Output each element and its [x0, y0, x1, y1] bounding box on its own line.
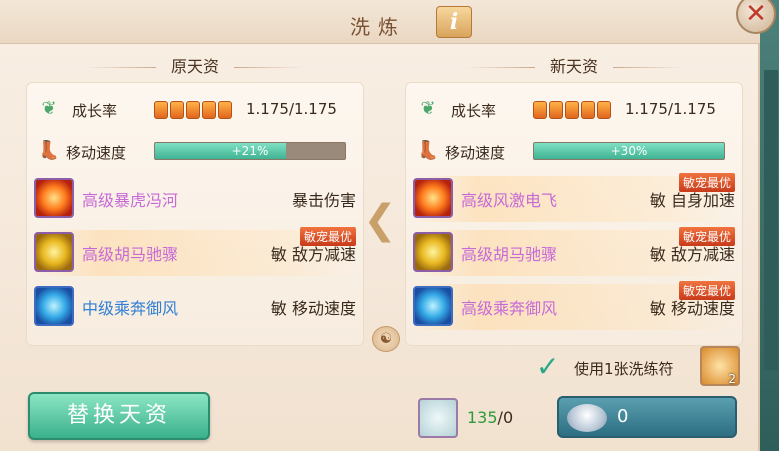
leaf-icon: ❦: [420, 98, 436, 119]
material-item-icon[interactable]: [418, 398, 458, 438]
speed-bar-text: +30%: [610, 144, 648, 158]
growth-label: 成长率: [451, 102, 497, 120]
skill-icon: [34, 286, 74, 326]
original-talent-header: 原天资: [26, 52, 364, 82]
skill-slot[interactable]: 高级乘奔御风 敏 移动速度 敏宠最优: [413, 281, 735, 330]
skill-icon: [34, 178, 74, 218]
growth-pip: [218, 101, 232, 119]
new-talent-column: 新天资 ❦ 成长率 1.175/1.175 👢 移动速度 +30% 高级风激电飞…: [405, 52, 755, 346]
material-have: 135: [467, 408, 498, 427]
window-title: 洗炼: [350, 15, 406, 39]
speed-row: 👢 移动速度 +30%: [415, 136, 735, 166]
swirl-icon: ☯: [372, 326, 400, 352]
skill-slot[interactable]: 高级胡马驰骤 敏 敌方减速 敏宠最优: [34, 227, 356, 276]
growth-pip: [565, 101, 579, 119]
speed-bar: +30%: [533, 142, 725, 160]
growth-value: 1.175/1.175: [625, 100, 716, 118]
info-icon[interactable]: i: [436, 6, 472, 38]
replace-talent-button[interactable]: 替换天资: [28, 392, 210, 440]
skill-icon: [34, 232, 74, 272]
silver-ingot-icon: [567, 404, 607, 432]
material-count: 135/0: [467, 408, 513, 427]
skill-icon: [413, 178, 453, 218]
growth-pip: [581, 101, 595, 119]
skill-effect: 暴击伤害: [291, 191, 356, 210]
refine-token-item[interactable]: 2: [700, 346, 740, 386]
refine-token-count: 2: [728, 372, 736, 386]
growth-pip: [202, 101, 216, 119]
skill-name: 高级风激电飞: [461, 191, 558, 210]
growth-pip: [186, 101, 200, 119]
skill-slot[interactable]: 中级乘奔御风 敏 移动速度: [34, 284, 356, 330]
speed-row: 👢 移动速度 +21%: [36, 136, 356, 166]
boot-icon: 👢: [416, 140, 440, 161]
skill-icon: [413, 232, 453, 272]
silver-cost-bar: 0: [557, 396, 737, 438]
growth-pip: [533, 101, 547, 119]
best-badge: 敏宠最优: [299, 227, 356, 246]
boot-icon: 👢: [37, 140, 61, 161]
refine-panel: 洗炼 i 原天资 ❦ 成长率 1.175/1.175 👢 移动速度 +21% 高…: [0, 0, 760, 451]
growth-pip: [597, 101, 611, 119]
skill-name: 高级胡马驰骤: [82, 245, 179, 264]
speed-label: 移动速度: [445, 144, 506, 162]
new-talent-header: 新天资: [405, 52, 743, 82]
growth-row: ❦ 成长率 1.175/1.175: [36, 94, 356, 124]
skill-effect: 敏 移动速度: [270, 299, 356, 318]
original-talent-column: 原天资 ❦ 成长率 1.175/1.175 👢 移动速度 +21% 高级暴虎冯河…: [26, 52, 376, 346]
growth-pip: [549, 101, 563, 119]
speed-bar: +21%: [154, 142, 346, 160]
growth-pip: [170, 101, 184, 119]
growth-row: ❦ 成长率 1.175/1.175: [415, 94, 735, 124]
skill-icon: [413, 286, 453, 326]
growth-pip: [154, 101, 168, 119]
use-refine-token-label: 使用1张洗练符: [574, 360, 674, 378]
skill-name: 中级乘奔御风: [82, 299, 179, 318]
checkmark-icon[interactable]: ✓: [536, 353, 566, 381]
side-decoration: [764, 70, 778, 370]
best-badge: 敏宠最优: [678, 227, 735, 246]
leaf-icon: ❦: [41, 98, 57, 119]
growth-value: 1.175/1.175: [246, 100, 337, 118]
speed-bar-text: +21%: [231, 144, 269, 158]
original-talent-card: ❦ 成长率 1.175/1.175 👢 移动速度 +21% 高级暴虎冯河 暴击伤…: [26, 82, 364, 346]
skill-name: 高级暴虎冯河: [82, 191, 179, 210]
compare-arrow-icon: ❮: [363, 197, 397, 243]
new-talent-card: ❦ 成长率 1.175/1.175 👢 移动速度 +30% 高级风激电飞 敏 自…: [405, 82, 743, 346]
skill-slot[interactable]: 高级胡马驰骤 敏 敌方减速 敏宠最优: [413, 227, 735, 276]
speed-label: 移动速度: [66, 144, 127, 162]
skill-slot[interactable]: 高级风激电飞 敏 自身加速 敏宠最优: [413, 173, 735, 222]
best-badge: 敏宠最优: [678, 173, 735, 192]
skill-name: 高级乘奔御风: [461, 299, 558, 318]
material-need: /0: [497, 408, 514, 427]
skill-slot[interactable]: 高级暴虎冯河 暴击伤害: [34, 176, 356, 222]
growth-label: 成长率: [72, 102, 118, 120]
silver-cost-value: 0: [617, 406, 629, 427]
growth-pips: [533, 101, 611, 119]
best-badge: 敏宠最优: [678, 281, 735, 300]
growth-pips: [154, 101, 232, 119]
skill-name: 高级胡马驰骤: [461, 245, 558, 264]
title-bar: 洗炼 i: [0, 0, 760, 44]
